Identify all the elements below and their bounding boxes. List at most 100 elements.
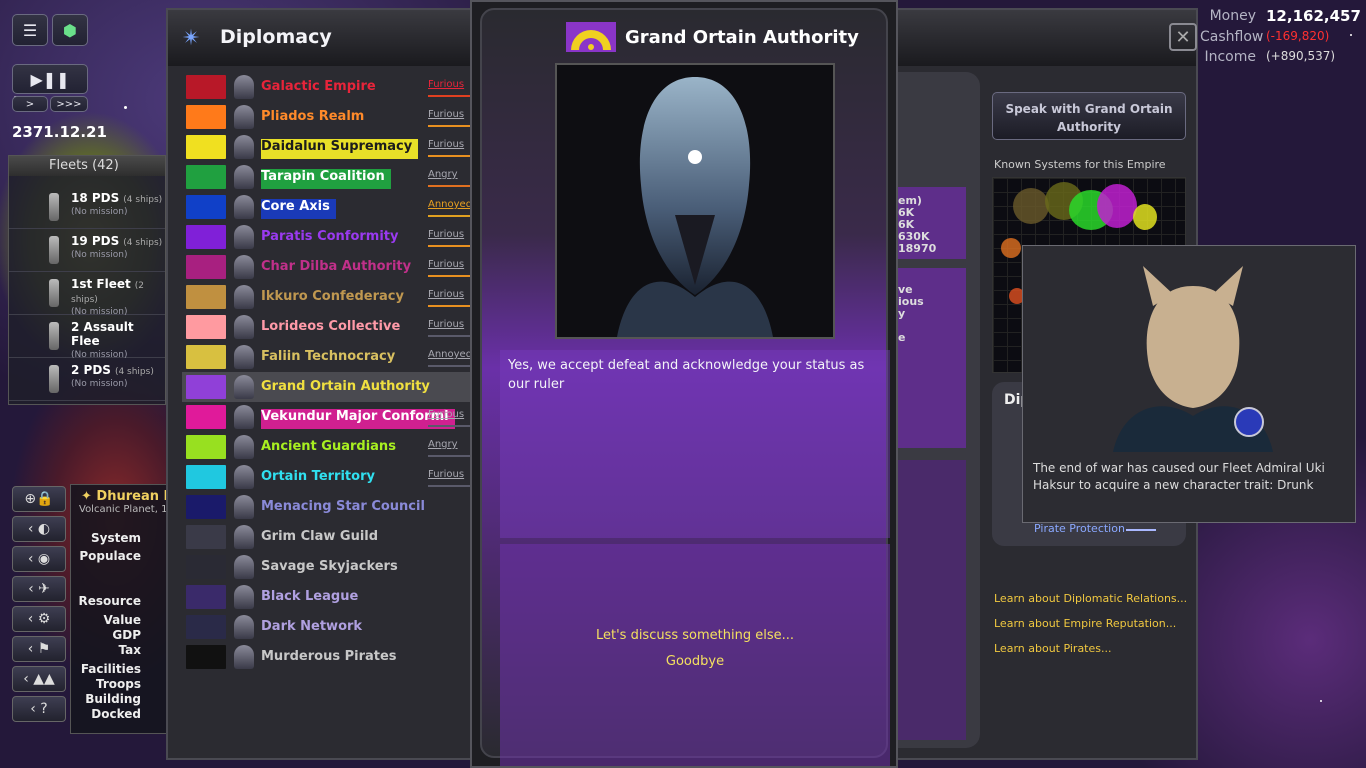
close-button[interactable]: ✕ [1169, 23, 1197, 51]
response-discuss-else[interactable]: Let's discuss something else... [500, 628, 890, 643]
empire-relation-status[interactable]: Annoyed [428, 199, 470, 210]
fleets-header[interactable]: Fleets (42) [9, 156, 165, 176]
speak-with-empire-button[interactable]: Speak with Grand Ortain Authority [992, 92, 1186, 140]
empire-row[interactable]: Grim Claw Guild [182, 522, 470, 552]
empire-leader-icon [234, 585, 254, 609]
empire-row[interactable]: Paratis Conformity Furious [182, 222, 470, 252]
empire-leader-icon [234, 285, 254, 309]
empire-name: Dark Network [261, 619, 363, 634]
empire-relation-bar [428, 125, 470, 127]
fleet-row[interactable]: 2 Assault Flee (No mission) [9, 315, 165, 360]
ship-icon [49, 365, 59, 393]
empire-row[interactable]: Murderous Pirates [182, 642, 470, 672]
fleet-row[interactable]: 2 PDS (4 ships) (No mission) [9, 358, 165, 401]
empire-row[interactable]: Ortain Territory Furious [182, 462, 470, 492]
planet-view-button[interactable]: ‹ ◐ [12, 516, 66, 542]
fleet-row[interactable]: 19 PDS (4 ships) (No mission) [9, 229, 165, 272]
empire-row[interactable]: Char Dilba Authority Furious [182, 252, 470, 282]
help-question-button[interactable]: ‹ ? [12, 696, 66, 722]
empire-flag-icon [186, 375, 226, 399]
help-button[interactable]: ⬢ [52, 14, 88, 46]
eye-view-button[interactable]: ‹ ◉ [12, 546, 66, 572]
empire-flag-icon [186, 465, 226, 489]
fleet-mission: (No mission) [71, 207, 128, 217]
fleet-name: 1st Fleet [71, 277, 131, 291]
empire-leader-icon [234, 495, 254, 519]
fleets-header-label: Fleets (42) [49, 158, 119, 173]
empire-relation-status[interactable]: Furious [428, 139, 470, 150]
empire-row[interactable]: Savage Skyjackers [182, 552, 470, 582]
empire-relation-status[interactable]: Angry [428, 169, 470, 180]
event-notification[interactable]: The end of war has caused our Fleet Admi… [1022, 245, 1356, 523]
empire-relation-status[interactable]: Furious [428, 229, 470, 240]
info-fragment: 18970 [898, 242, 937, 255]
info-fragment: y [898, 307, 906, 320]
empire-row[interactable]: Daidalun Supremacy Furious [182, 132, 470, 162]
empire-row[interactable]: Core Axis Annoyed [182, 192, 470, 222]
menu-list-button[interactable]: ☰ [12, 14, 48, 46]
money-label: Money [1209, 8, 1256, 24]
empire-relation-status[interactable]: Furious [428, 469, 470, 480]
settings-button[interactable]: ‹ ⚙ [12, 606, 66, 632]
empire-flag-icon [186, 195, 226, 219]
empire-flag-icon [186, 645, 226, 669]
troops-button[interactable]: ‹ ▲▲ [12, 666, 66, 692]
empire-relation-status[interactable]: Annoyed [428, 349, 470, 360]
empire-leader-icon [234, 615, 254, 639]
empire-relation-status[interactable]: Furious [428, 409, 470, 420]
empire-relation-bar [428, 335, 470, 337]
diplomacy-title: Diplomacy [220, 26, 332, 48]
known-systems-label: Known Systems for this Empire [994, 158, 1166, 171]
empire-list: Galactic Empire Furious Pliados Realm Furio… [182, 72, 470, 672]
learn-empire-reputation-link[interactable]: Learn about Empire Reputation... [994, 617, 1176, 630]
empire-row[interactable]: Vekundur Major Conformi Furious [182, 402, 470, 432]
speed-fast-button[interactable]: >>> [50, 96, 88, 112]
learn-diplomatic-relations-link[interactable]: Learn about Diplomatic Relations... [994, 592, 1187, 605]
empire-leader-icon [234, 195, 254, 219]
empire-row[interactable]: Pliados Realm Furious [182, 102, 470, 132]
empire-relation-status[interactable]: Furious [428, 319, 470, 330]
empire-relation-bar [428, 95, 470, 97]
empire-relation-status[interactable]: Furious [428, 259, 470, 270]
play-pause-button[interactable]: ▶❚❚ [12, 64, 88, 94]
empire-row[interactable]: Galactic Empire Furious [182, 72, 470, 102]
target-lock-button[interactable]: ⊕🔒 [12, 486, 66, 512]
empire-row[interactable]: Lorideos Collective Furious [182, 312, 470, 342]
star [1320, 700, 1322, 702]
empire-relation-status[interactable]: Furious [428, 79, 470, 90]
empire-row[interactable]: Dark Network [182, 612, 470, 642]
empire-relation-bar [428, 665, 470, 667]
fleet-row[interactable]: 1st Fleet (2 ships) (No mission) [9, 272, 165, 317]
fleet-row[interactable]: 18 PDS (4 ships) (No mission) [9, 186, 165, 229]
learn-pirates-link[interactable]: Learn about Pirates... [994, 642, 1112, 655]
fleet-ship-count: (4 ships) [123, 195, 163, 205]
empire-relation-bar [428, 365, 470, 367]
empire-name: Murderous Pirates [261, 649, 397, 664]
empire-row[interactable]: Black League [182, 582, 470, 612]
planet-name: Dhurean Pr [96, 489, 169, 504]
empire-row[interactable]: Ancient Guardians Angry [182, 432, 470, 462]
empire-relation-status[interactable]: Furious [428, 289, 470, 300]
building-label: Building [85, 692, 141, 706]
empire-name: Menacing Star Council [261, 499, 425, 514]
planet-title[interactable]: ✦ Dhurean Pr [71, 485, 169, 504]
response-goodbye[interactable]: Goodbye [500, 654, 890, 669]
empire-row[interactable]: Grand Ortain Authority [182, 372, 470, 402]
empire-row[interactable]: Ikkuro Confederacy Furious [182, 282, 470, 312]
empire-info-column: em) 6K 6K 630K 18970 ve ious y e [894, 72, 980, 748]
ship-view-button[interactable]: ‹ ✈ [12, 576, 66, 602]
empire-row[interactable]: Menacing Star Council [182, 492, 470, 522]
empire-relation-status[interactable]: Furious [428, 109, 470, 120]
empire-row[interactable]: Faliin Technocracy Annoyed [182, 342, 470, 372]
empire-row[interactable]: Tarapin Coalition Angry [182, 162, 470, 192]
empire-name: Ortain Territory [261, 469, 375, 484]
empire-flag-icon [186, 585, 226, 609]
speak-button-label: Speak with Grand Ortain Authority [1005, 102, 1173, 134]
flag-button[interactable]: ‹ ⚑ [12, 636, 66, 662]
speed-slow-label: > [25, 98, 35, 110]
empire-relation-status[interactable]: Angry [428, 439, 470, 450]
empire-leader-portrait [555, 63, 835, 339]
question-icon: ‹ ? [30, 701, 48, 717]
speed-slow-button[interactable]: > [12, 96, 48, 112]
close-icon: ✕ [1175, 26, 1191, 48]
